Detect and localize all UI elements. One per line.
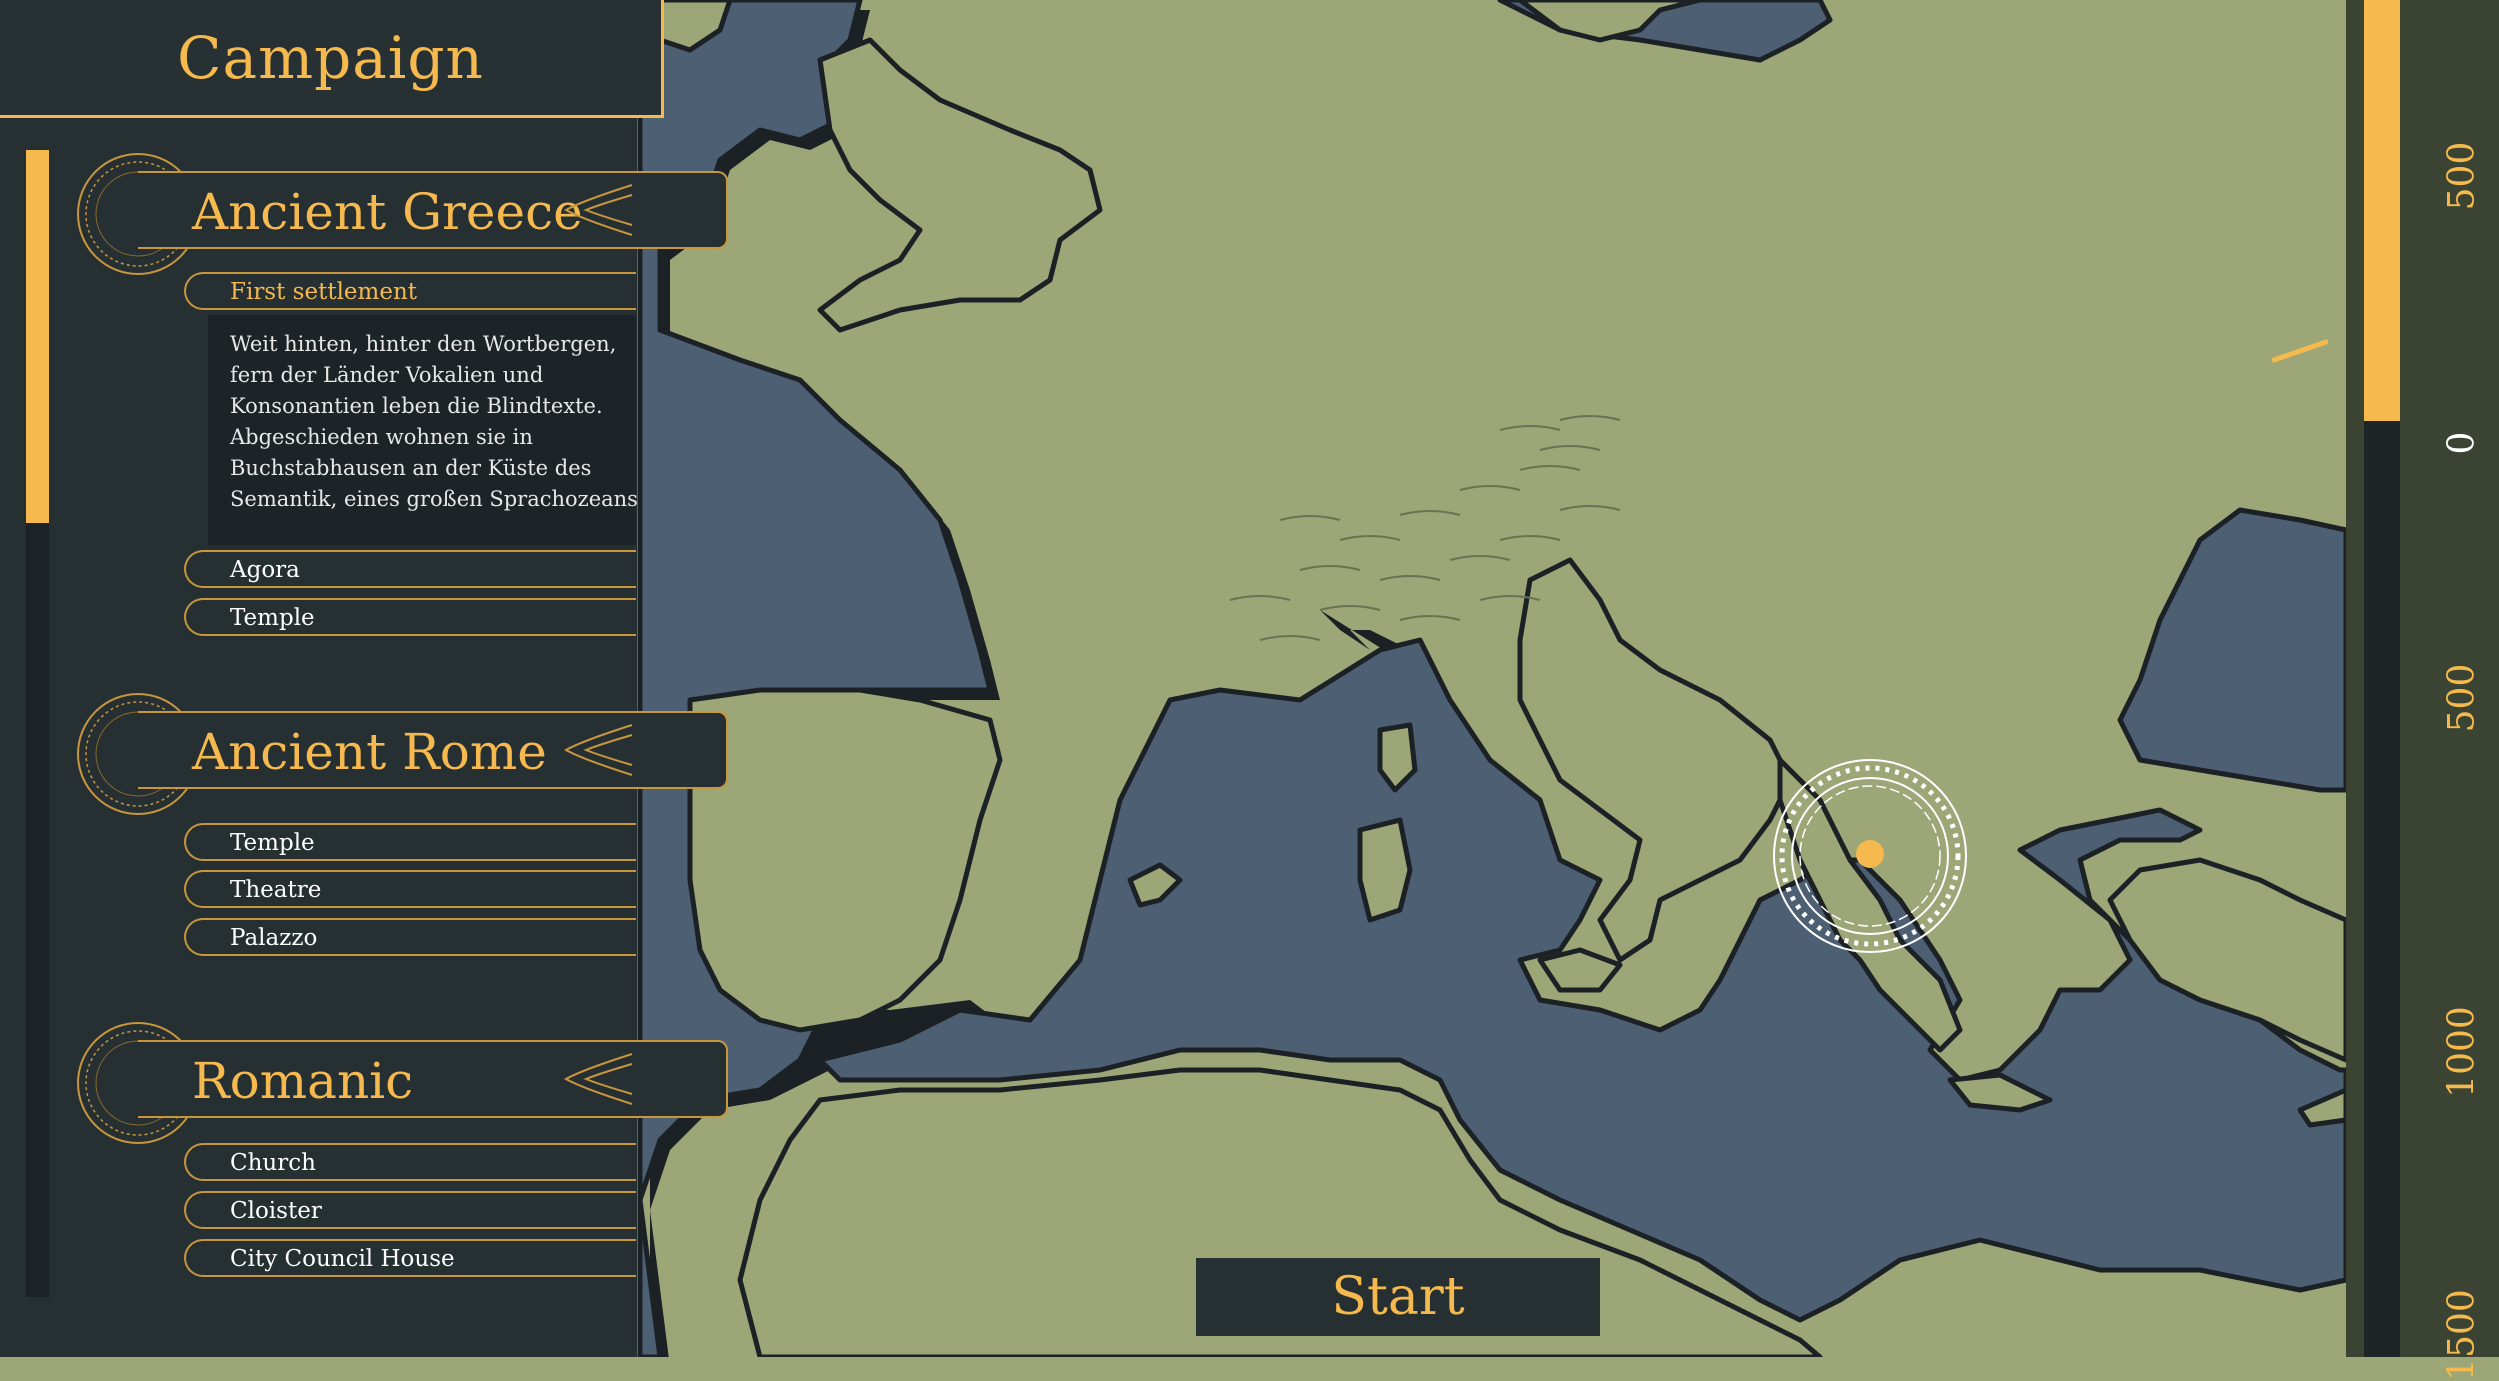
start-button[interactable]: Start [1196, 1258, 1600, 1336]
timeline-progress [2364, 0, 2400, 421]
era-title: Ancient Rome [192, 723, 547, 781]
timeline-tick: 1500 [2441, 1289, 2483, 1381]
region-marker-icon[interactable] [1770, 756, 1970, 956]
building-item-first-settlement[interactable]: First settlement [184, 272, 636, 310]
era-header-ancient-greece[interactable]: Ancient Greece [72, 148, 728, 280]
building-description: Weit hinten, hinter den Wortbergen, fern… [208, 315, 638, 545]
timeline-slider[interactable] [2364, 0, 2400, 1357]
building-item-church[interactable]: Church [184, 1143, 636, 1181]
building-item-palazzo[interactable]: Palazzo [184, 918, 636, 956]
collapse-chevron-icon[interactable] [562, 181, 658, 239]
building-item-temple[interactable]: Temple [184, 598, 636, 636]
era-header-romanic[interactable]: Romanic [72, 1017, 728, 1149]
building-item-temple[interactable]: Temple [184, 823, 636, 861]
sidebar-scrollbar-thumb[interactable] [26, 150, 49, 523]
building-item-theatre[interactable]: Theatre [184, 870, 636, 908]
timeline-tick: 500 [2441, 663, 2483, 733]
collapse-chevron-icon[interactable] [562, 721, 658, 779]
sidebar-scrollbar[interactable] [26, 150, 49, 1297]
building-item-cloister[interactable]: Cloister [184, 1191, 636, 1229]
timeline-tick: 500 [2441, 141, 2483, 211]
campaign-title: Campaign [0, 0, 664, 118]
era-title: Ancient Greece [192, 183, 583, 241]
era-header-ancient-rome[interactable]: Ancient Rome [72, 688, 728, 820]
building-item-agora[interactable]: Agora [184, 550, 636, 588]
building-item-city-council-house[interactable]: City Council House [184, 1239, 636, 1277]
timeline-pointer-icon [2272, 339, 2328, 363]
collapse-chevron-icon[interactable] [562, 1050, 658, 1108]
timeline-tick: 0 [2441, 431, 2483, 455]
timeline-tick: 1000 [2441, 1006, 2483, 1098]
era-title: Romanic [192, 1052, 414, 1110]
